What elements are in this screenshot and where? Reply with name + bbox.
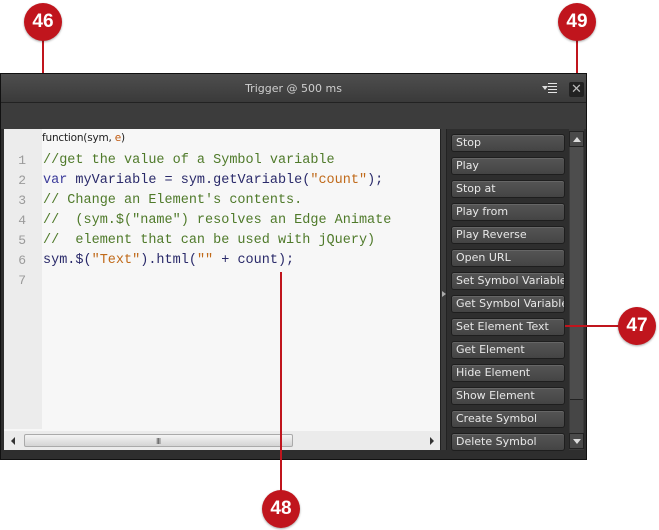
code-token-comment: // (sym.$("name") resolves an Edge Anima… (43, 213, 392, 228)
code-token-plain: myVariable = sym.getVariable( (67, 173, 311, 188)
scroll-up-icon[interactable] (569, 131, 584, 147)
callout-47: 47 (618, 307, 656, 345)
vertical-scroll-thumb[interactable] (570, 147, 583, 400)
code-text: sym.$("Text").html("" + count); (43, 251, 294, 271)
snippet-button-play-from[interactable]: Play from (451, 203, 565, 221)
code-token-plain: + count); (213, 253, 295, 268)
code-editor[interactable]: function(sym, e) 1 //get the value of a S… (4, 129, 440, 450)
panel-splitter[interactable] (440, 129, 447, 450)
snippet-button-open-url[interactable]: Open URL (451, 249, 565, 267)
function-signature: function(sym, e) (42, 132, 125, 144)
code-token-comment: // element that can be used with jQuery) (43, 233, 376, 248)
code-text: // Change an Element's contents. (43, 191, 302, 211)
code-text: // (sym.$("name") resolves an Edge Anima… (43, 211, 391, 231)
title-bar: Trigger @ 500 ms ✕ (1, 74, 586, 103)
code-line[interactable]: 1 //get the value of a Symbol variable (4, 151, 440, 171)
line-number: 3 (18, 193, 26, 208)
snippet-button-set-symbol-variable[interactable]: Set Symbol Variable (451, 272, 565, 290)
line-number: 6 (18, 253, 26, 268)
snippet-button-get-element[interactable]: Get Element (451, 341, 565, 359)
code-line[interactable]: 4 // (sym.$("name") resolves an Edge Anim… (4, 211, 440, 231)
snippet-button-show-element[interactable]: Show Element (451, 387, 565, 405)
code-lines[interactable]: 1 //get the value of a Symbol variable 2 va… (4, 151, 440, 291)
snippet-button-stop-at[interactable]: Stop at (451, 180, 565, 198)
code-line[interactable]: 7 (4, 271, 440, 291)
code-line[interactable]: 6 sym.$("Text").html("" + count); (4, 251, 440, 271)
callout-49: 49 (558, 3, 596, 41)
code-text: // element that can be used with jQuery) (43, 231, 375, 251)
code-text: var myVariable = sym.getVariable("count"… (43, 171, 383, 191)
code-token-comment: // Change an Element's contents. (43, 193, 303, 208)
callout-46: 46 (24, 3, 62, 41)
horizontal-scrollbar[interactable]: III (4, 431, 440, 450)
horizontal-scroll-thumb[interactable]: III (24, 434, 293, 447)
callout-48-leader (280, 272, 282, 494)
code-line[interactable]: 3 // Change an Element's contents. (4, 191, 440, 211)
code-line[interactable]: 5 // element that can be used with jQuery… (4, 231, 440, 251)
scroll-down-icon[interactable] (569, 433, 584, 449)
snippets-vertical-scrollbar[interactable] (569, 129, 584, 450)
code-token-plain: ).html( (140, 253, 197, 268)
line-number: 5 (18, 233, 26, 248)
snippet-button-get-symbol-variable[interactable]: Get Symbol Variable (451, 295, 565, 313)
code-text: //get the value of a Symbol variable (43, 151, 335, 171)
snippet-button-play[interactable]: Play (451, 157, 565, 175)
line-number: 7 (18, 273, 26, 288)
code-line[interactable]: 2 var myVariable = sym.getVariable("count… (4, 171, 440, 191)
scroll-left-icon[interactable] (11, 437, 15, 445)
line-number: 1 (18, 153, 26, 168)
window-title: Trigger @ 500 ms (245, 82, 342, 95)
close-button[interactable]: ✕ (569, 82, 584, 97)
code-token-keyword: var (43, 173, 68, 188)
panel-menu-icon[interactable] (542, 83, 558, 93)
callout-48: 48 (262, 490, 300, 528)
code-token-string: "" (196, 253, 214, 268)
snippet-button-set-element-text[interactable]: Set Element Text (451, 318, 565, 336)
trigger-editor-window: Trigger @ 500 ms ✕ function(sym, e) 1 //g… (0, 73, 587, 460)
code-token-plain: sym.$( (43, 253, 92, 268)
expand-arrow-icon[interactable] (442, 291, 446, 297)
code-token-comment: //get the value of a Symbol variable (43, 153, 335, 168)
snippet-button-create-symbol[interactable]: Create Symbol (451, 410, 565, 428)
scroll-right-icon[interactable] (430, 437, 434, 445)
code-token-string: "count" (310, 173, 368, 188)
snippet-button-play-reverse[interactable]: Play Reverse (451, 226, 565, 244)
snippet-button-stop[interactable]: Stop (451, 134, 565, 152)
editor-toolbar (1, 103, 586, 129)
grip-icon: III (156, 437, 161, 446)
callout-47-leader (565, 325, 620, 327)
snippet-button-hide-element[interactable]: Hide Element (451, 364, 565, 382)
line-number: 4 (18, 213, 26, 228)
line-number: 2 (18, 173, 26, 188)
code-token-plain: ); (367, 173, 384, 188)
code-token-string: "Text" (91, 253, 141, 268)
code-snippets-list: Stop Play Stop at Play from Play Reverse Open… (448, 129, 566, 451)
close-icon: ✕ (571, 82, 582, 97)
snippet-button-delete-symbol[interactable]: Delete Symbol (451, 433, 565, 451)
